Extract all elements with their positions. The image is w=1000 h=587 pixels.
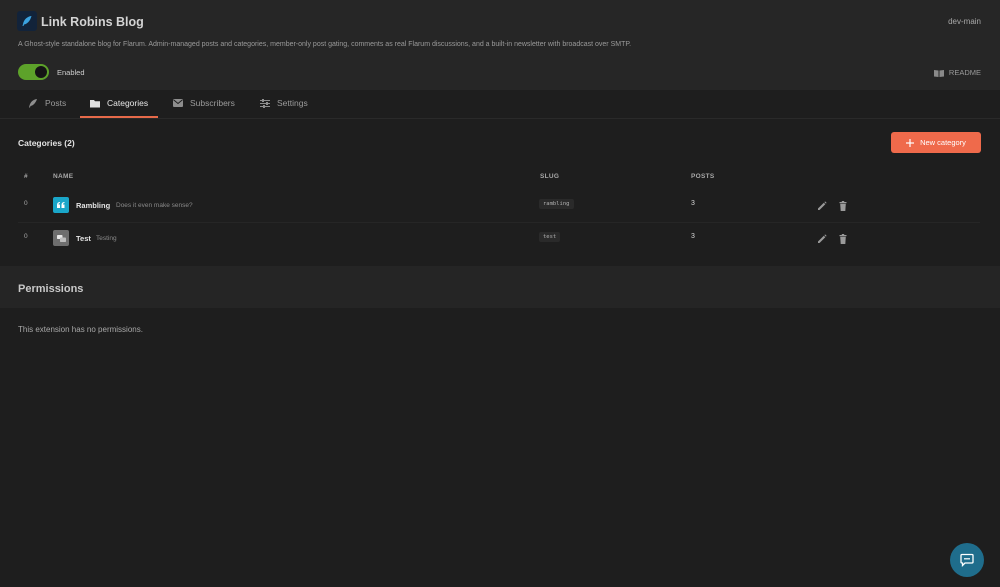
tab-subscribers[interactable]: Subscribers [173, 90, 235, 116]
tab-label: Subscribers [190, 98, 235, 108]
category-slug: rambling [539, 199, 574, 209]
category-description: Testing [96, 235, 117, 242]
permissions-header-band [0, 266, 1000, 308]
feather-icon [29, 99, 37, 108]
tab-settings[interactable]: Settings [260, 90, 308, 116]
new-category-label: New category [920, 138, 966, 147]
category-post-count: 3 [691, 233, 695, 240]
column-header-name: NAME [53, 173, 74, 180]
tab-categories[interactable]: Categories [80, 90, 159, 118]
edit-pencil-icon[interactable] [817, 201, 827, 211]
categories-title: Categories (2) [18, 138, 75, 148]
readme-label: README [948, 68, 981, 77]
edit-pencil-icon[interactable] [817, 234, 827, 244]
tab-bar: Posts Categories Subscribers Settings [0, 90, 1000, 119]
column-header-posts: POSTS [691, 173, 715, 180]
envelope-icon [173, 99, 183, 107]
readme-link[interactable]: README [933, 68, 981, 77]
column-header-slug: SLUG [540, 173, 560, 180]
tab-label: Posts [45, 98, 67, 108]
plus-icon [906, 138, 915, 147]
chat-button[interactable] [950, 543, 984, 577]
permissions-title: Permissions [18, 283, 84, 295]
tab-posts[interactable]: Posts [28, 90, 66, 116]
sliders-icon [260, 98, 270, 108]
category-description: Does it even make sense? [116, 202, 193, 209]
row-divider [18, 222, 980, 223]
enabled-toggle[interactable] [18, 64, 49, 80]
table-row: 0 Rambling Does it even make sense? ramb… [18, 194, 980, 224]
trash-icon[interactable] [838, 234, 848, 244]
tab-label: Settings [277, 98, 308, 108]
version-label: dev-main [948, 17, 981, 26]
feather-icon [17, 11, 37, 31]
book-icon [933, 69, 944, 77]
trash-icon[interactable] [838, 201, 848, 211]
toggle-label: Enabled [57, 68, 85, 77]
tab-label: Categories [107, 98, 149, 108]
row-order: 0 [24, 233, 28, 240]
toggle-knob [35, 66, 47, 78]
row-order: 0 [24, 200, 28, 207]
table-row: 0 Test Testing test 3 [18, 227, 980, 257]
permissions-empty-text: This extension has no permissions. [18, 325, 143, 334]
extension-title: Link Robins Blog [41, 15, 144, 29]
quote-icon [53, 197, 69, 213]
extension-description: A Ghost-style standalone blog for Flarum… [18, 41, 632, 48]
category-name: Rambling [76, 201, 111, 210]
new-category-button[interactable]: New category [891, 132, 981, 153]
category-name: Test [76, 234, 91, 243]
column-header-order: # [24, 173, 28, 180]
chat-bubble-icon [960, 553, 974, 567]
category-post-count: 3 [691, 200, 695, 207]
category-slug: test [539, 232, 561, 242]
extension-header: Link Robins Blog dev-main A Ghost-style … [0, 0, 1000, 90]
comments-icon [53, 230, 69, 246]
folder-icon [90, 99, 100, 107]
